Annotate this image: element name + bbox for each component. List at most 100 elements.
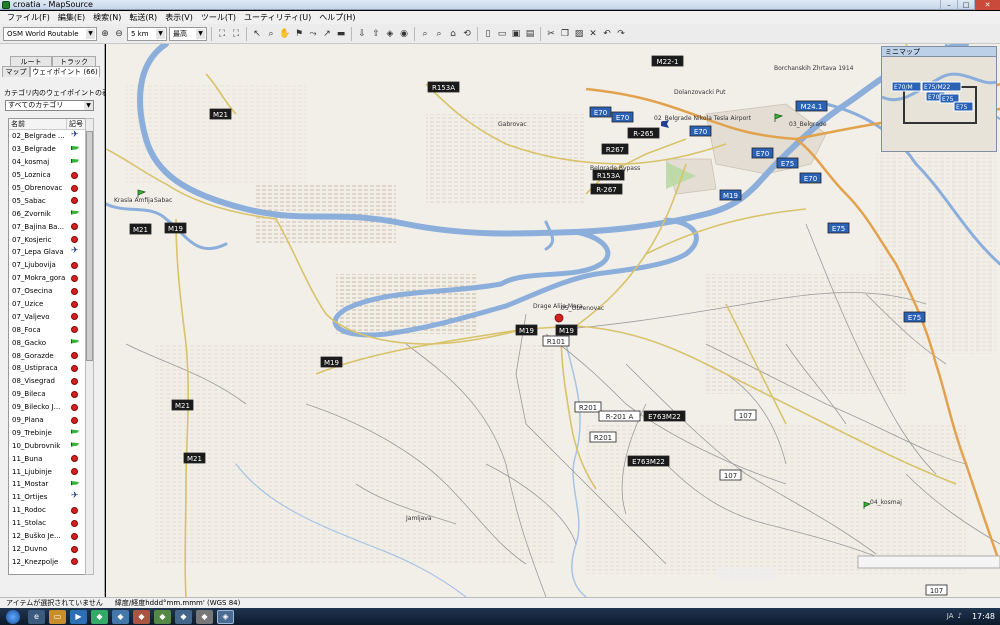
maximize-button[interactable]: □ bbox=[957, 0, 974, 10]
map-product-select[interactable]: OSM World Routable ▼ bbox=[3, 26, 97, 41]
list-item[interactable]: 07_Ljubovija bbox=[9, 259, 92, 272]
menu-utilities[interactable]: ユーティリティ(U) bbox=[240, 11, 315, 24]
speaker-icon[interactable]: ♪ bbox=[958, 612, 962, 620]
realtime-icon[interactable]: ◉ bbox=[398, 28, 410, 40]
pointer-icon[interactable]: ↖ bbox=[251, 28, 263, 40]
taskbar-app-icon[interactable]: ◆ bbox=[91, 609, 108, 624]
tab-maps[interactable]: マップ bbox=[2, 66, 30, 77]
language-indicator[interactable]: JA bbox=[947, 612, 954, 620]
menu-edit[interactable]: 編集(E) bbox=[54, 11, 89, 24]
hand-icon[interactable]: ✋ bbox=[279, 28, 291, 40]
list-item[interactable]: 08_Gacko bbox=[9, 336, 92, 349]
list-item[interactable]: 05_Obrenovac bbox=[9, 182, 92, 195]
minimize-button[interactable]: – bbox=[940, 0, 957, 10]
list-item[interactable]: 09_Plana bbox=[9, 414, 92, 427]
list-item[interactable]: 12_Knezpolje bbox=[9, 555, 92, 568]
route-tool-icon[interactable]: ⤳ bbox=[307, 28, 319, 40]
scale-select[interactable]: 5 km ▼ bbox=[127, 26, 167, 41]
mapsource-taskbar-button[interactable]: ◈ bbox=[217, 609, 234, 624]
menu-tools[interactable]: ツール(T) bbox=[197, 11, 240, 24]
find-places-icon[interactable]: ⌕ bbox=[433, 28, 445, 40]
detail-select[interactable]: 最高 ▼ bbox=[169, 26, 207, 41]
map-view[interactable]: M22-1 R153A E70 E70 E70 M24.1 M21 R267 R-265 R153… bbox=[106, 44, 1000, 597]
column-name[interactable]: 名前 bbox=[9, 119, 67, 129]
new-file-icon[interactable]: ▯ bbox=[482, 28, 494, 40]
menu-help[interactable]: ヘルプ(H) bbox=[315, 11, 359, 24]
scrollbar-thumb[interactable] bbox=[86, 131, 93, 361]
list-item[interactable]: 11_Mostar bbox=[9, 478, 92, 491]
list-item[interactable]: 08_Ustipraca bbox=[9, 362, 92, 375]
ie-icon[interactable]: e bbox=[28, 609, 45, 624]
list-item[interactable]: 07_Uzice bbox=[9, 298, 92, 311]
waypoint-tool-icon[interactable]: ⚑ bbox=[293, 28, 305, 40]
print-icon[interactable]: ▤ bbox=[524, 28, 536, 40]
list-item[interactable]: 08_Visegrad bbox=[9, 375, 92, 388]
category-select[interactable]: すべてのカテゴリ ▼ bbox=[5, 100, 94, 111]
menu-transfer[interactable]: 転送(R) bbox=[125, 11, 161, 24]
taskbar-app-icon[interactable]: ◆ bbox=[175, 609, 192, 624]
list-item[interactable]: 11_Stolac bbox=[9, 517, 92, 530]
list-item[interactable]: 05_Loznica bbox=[9, 169, 92, 182]
delete-icon[interactable]: ✕ bbox=[587, 28, 599, 40]
save-icon[interactable]: ▣ bbox=[510, 28, 522, 40]
list-item[interactable]: 07_Bajina Ba... bbox=[9, 220, 92, 233]
measure-icon[interactable]: ▬ bbox=[335, 28, 347, 40]
map-canvas[interactable]: M22-1 R153A E70 E70 E70 M24.1 M21 R267 R-265 R153… bbox=[106, 44, 1000, 597]
list-item[interactable]: 11_Buna bbox=[9, 452, 92, 465]
taskbar-app-icon[interactable]: ◆ bbox=[133, 609, 150, 624]
media-player-icon[interactable]: ▶ bbox=[70, 609, 87, 624]
find-icon[interactable]: ⌕ bbox=[419, 28, 431, 40]
list-item[interactable]: 09_Trebinje bbox=[9, 426, 92, 439]
map-select-icon[interactable]: ⛶ bbox=[216, 28, 228, 40]
menu-view[interactable]: 表示(V) bbox=[161, 11, 197, 24]
map-download-icon[interactable]: ⛶ bbox=[230, 28, 242, 40]
taskbar-app-icon[interactable]: ◆ bbox=[196, 609, 213, 624]
list-item[interactable]: 09_Bilecko J... bbox=[9, 401, 92, 414]
menu-file[interactable]: ファイル(F) bbox=[3, 11, 54, 24]
list-item[interactable]: 12_Buško Je... bbox=[9, 530, 92, 543]
list-item[interactable]: 02_Belgrade ... ✈ bbox=[9, 130, 92, 143]
list-item[interactable]: 11_Ljubinje bbox=[9, 465, 92, 478]
taskbar-app-icon[interactable]: ◆ bbox=[154, 609, 171, 624]
undo-icon[interactable]: ↶ bbox=[601, 28, 613, 40]
list-item[interactable]: 10_Dubrovnik bbox=[9, 439, 92, 452]
list-item[interactable]: 08_Foca bbox=[9, 323, 92, 336]
list-item[interactable]: 09_Bileca bbox=[9, 388, 92, 401]
close-button[interactable]: ✕ bbox=[974, 0, 1000, 10]
redo-icon[interactable]: ↷ bbox=[615, 28, 627, 40]
select-tool-icon[interactable]: ↗ bbox=[321, 28, 333, 40]
list-item[interactable]: 03_Belgrade bbox=[9, 143, 92, 156]
open-file-icon[interactable]: ▭ bbox=[496, 28, 508, 40]
zoom-out-icon[interactable]: ⊖ bbox=[113, 28, 125, 40]
menu-find[interactable]: 検索(N) bbox=[89, 11, 125, 24]
tab-waypoints[interactable]: ウェイポイント (66) bbox=[30, 66, 100, 77]
column-symbol[interactable]: 記号 bbox=[67, 119, 83, 129]
paste-icon[interactable]: ▨ bbox=[573, 28, 585, 40]
find-recent-icon[interactable]: ⟲ bbox=[461, 28, 473, 40]
list-item[interactable]: 05_Sabac bbox=[9, 194, 92, 207]
minimap-canvas[interactable]: E70/M E75/M22E70 E75E75 bbox=[881, 57, 997, 151]
list-scrollbar[interactable] bbox=[85, 118, 94, 575]
receive-icon[interactable]: ⇩ bbox=[356, 28, 368, 40]
copy-icon[interactable]: ❐ bbox=[559, 28, 571, 40]
list-item[interactable]: 07_Mokra_gora bbox=[9, 272, 92, 285]
gps-icon[interactable]: ◈ bbox=[384, 28, 396, 40]
list-item[interactable]: 11_Rodoc bbox=[9, 504, 92, 517]
list-item[interactable]: 07_Kosjeric bbox=[9, 233, 92, 246]
list-item[interactable]: 07_Lepa Glava ✈ bbox=[9, 246, 92, 259]
find-address-icon[interactable]: ⌂ bbox=[447, 28, 459, 40]
start-button[interactable] bbox=[6, 609, 20, 624]
send-icon[interactable]: ⇧ bbox=[370, 28, 382, 40]
list-item[interactable]: 11_Ortijes ✈ bbox=[9, 491, 92, 504]
taskbar-app-icon[interactable]: ◆ bbox=[112, 609, 129, 624]
waypoint-list[interactable]: 名前 記号 02_Belgrade ... ✈ 03_Belgrade 04_kosm… bbox=[8, 118, 93, 575]
list-item[interactable]: 07_Valjevo bbox=[9, 310, 92, 323]
list-item[interactable]: 12_Duvno bbox=[9, 543, 92, 556]
list-item[interactable]: 08_Gorazde bbox=[9, 349, 92, 362]
list-item[interactable]: 06_Zvornik bbox=[9, 207, 92, 220]
list-item[interactable]: 07_Osecina bbox=[9, 285, 92, 298]
cut-icon[interactable]: ✂ bbox=[545, 28, 557, 40]
zoom-in-icon[interactable]: ⊕ bbox=[99, 28, 111, 40]
explorer-icon[interactable]: ▭ bbox=[49, 609, 66, 624]
zoom-tool-icon[interactable]: ⌕ bbox=[265, 28, 277, 40]
